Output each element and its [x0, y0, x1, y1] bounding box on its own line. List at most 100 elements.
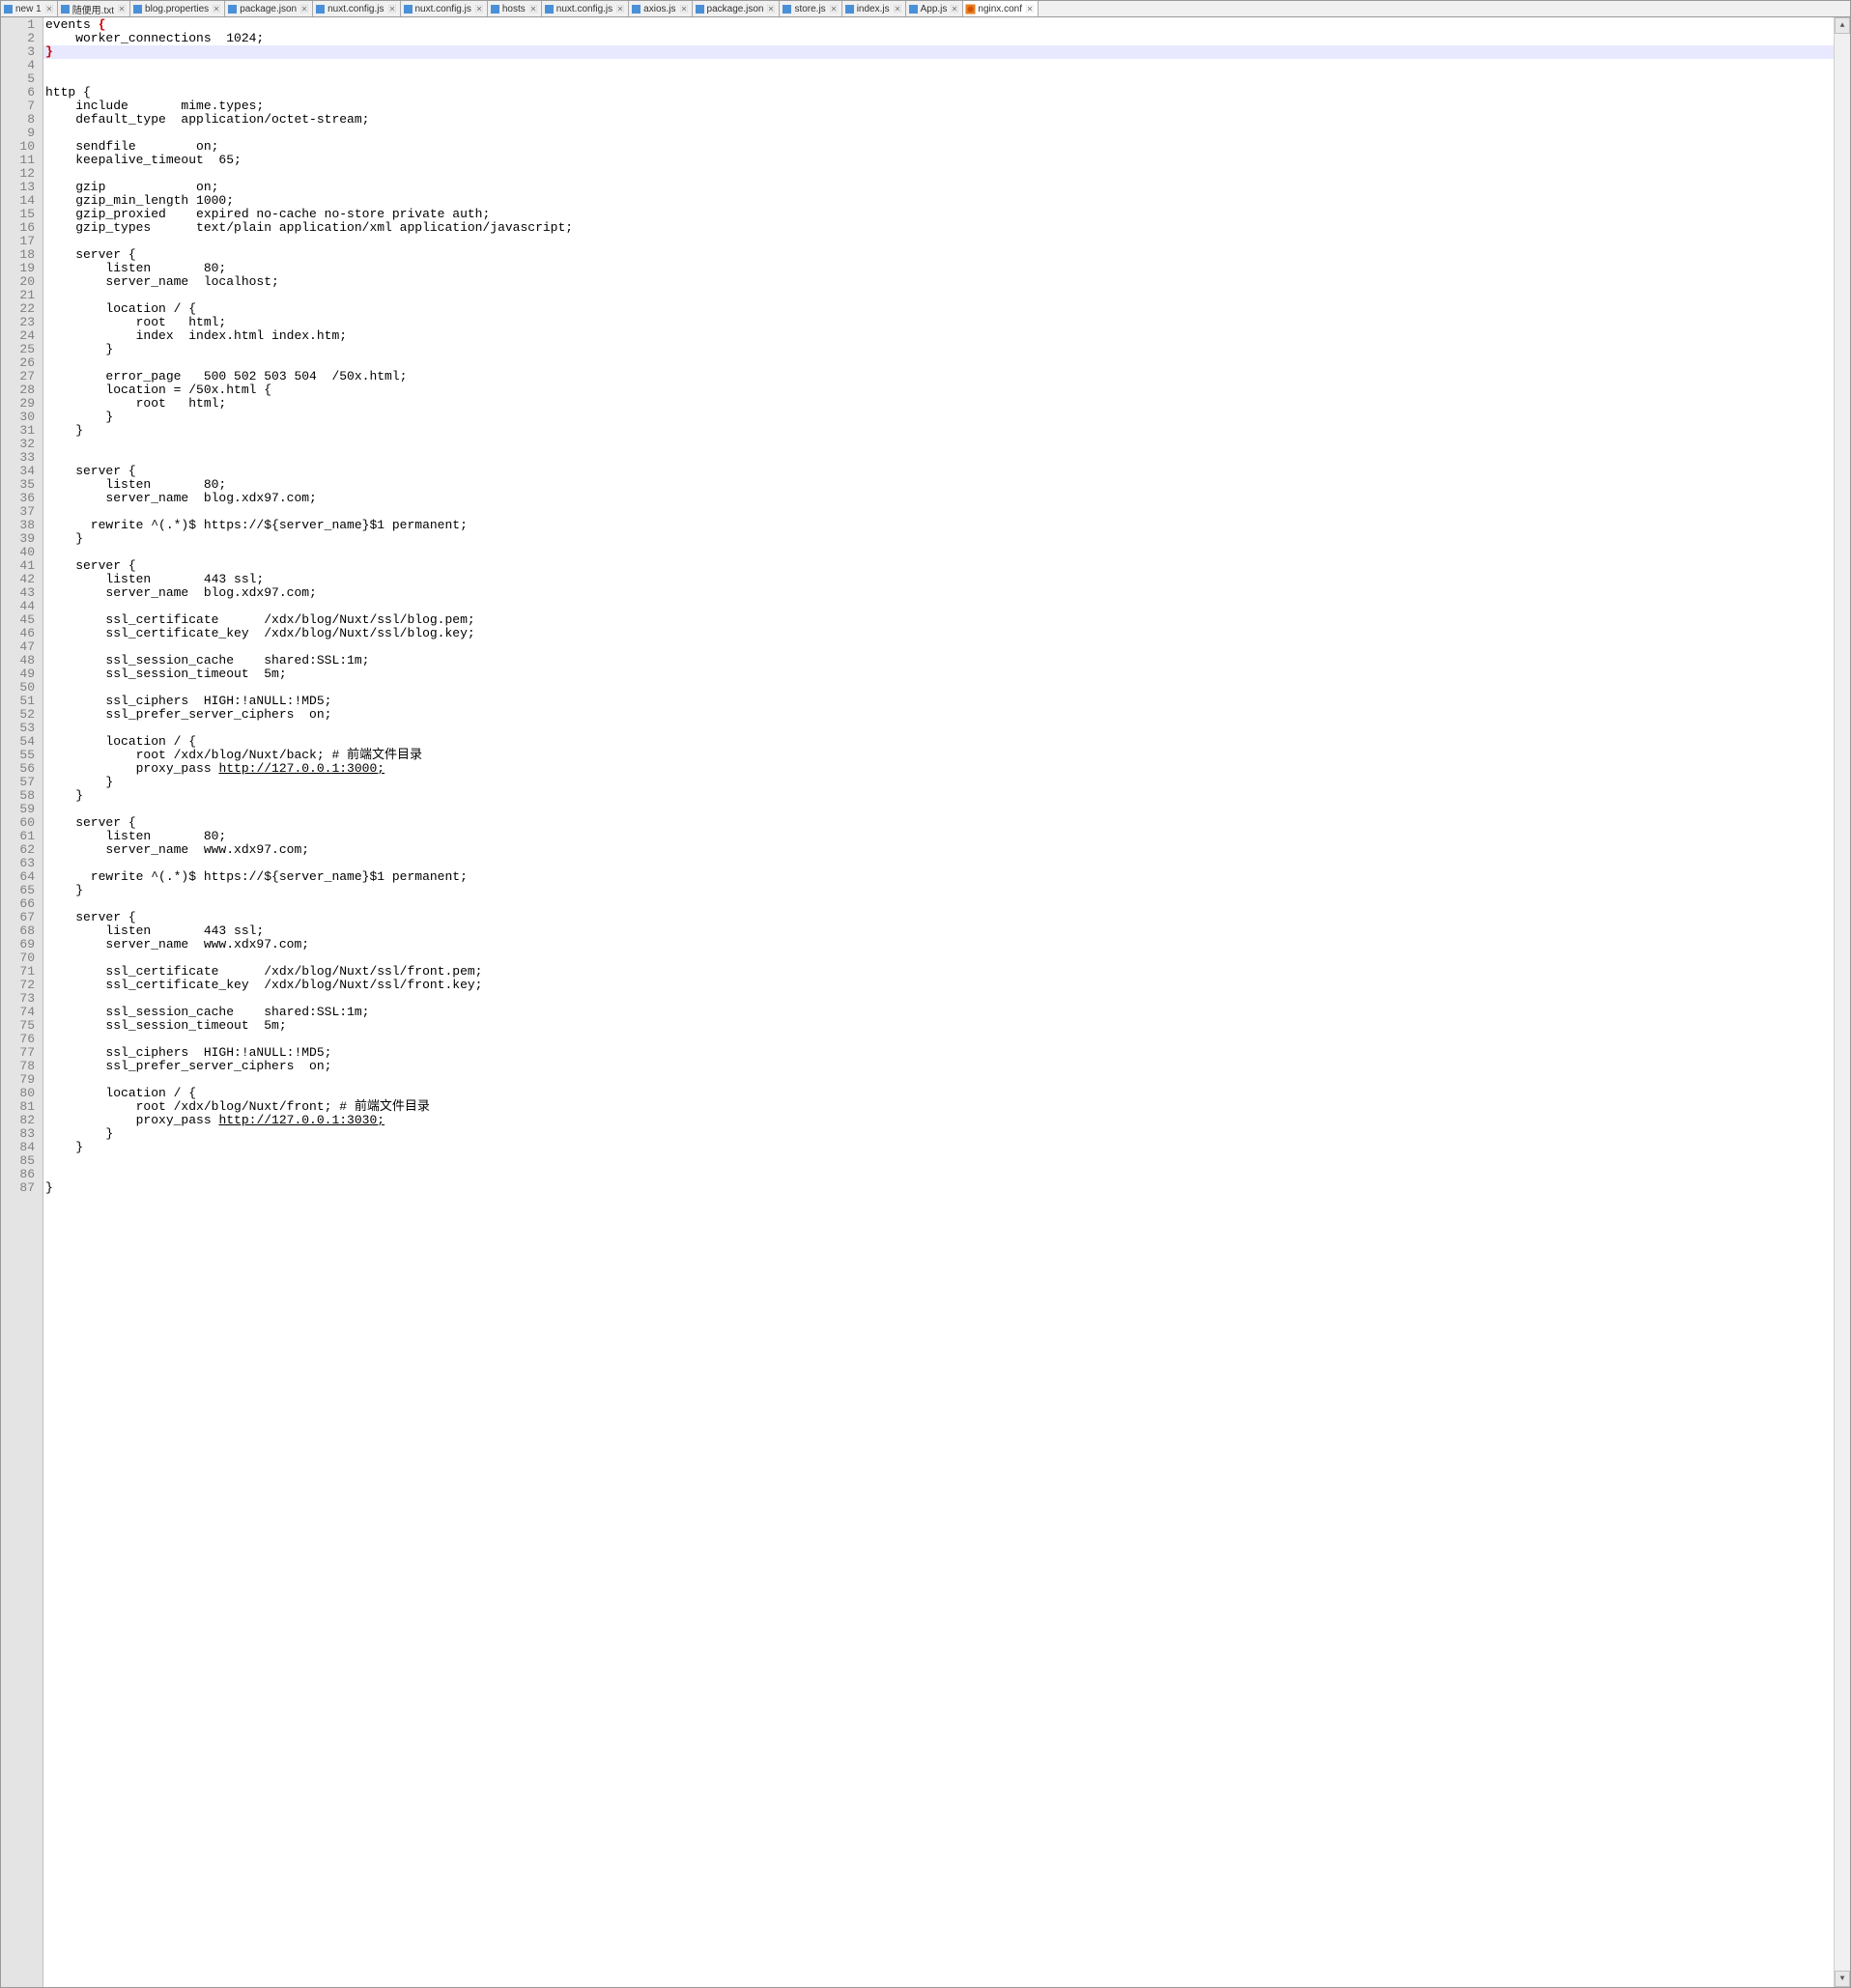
code-line[interactable]	[43, 857, 1834, 870]
code-line[interactable]: ssl_ciphers HIGH:!aNULL:!MD5;	[43, 1046, 1834, 1060]
code-line[interactable]	[43, 1073, 1834, 1087]
tab-7[interactable]: nuxt.config.js	[542, 1, 629, 16]
code-line[interactable]: location / {	[43, 1087, 1834, 1100]
code-line[interactable]: server {	[43, 465, 1834, 478]
close-icon[interactable]	[1025, 4, 1035, 14]
code-line[interactable]: }	[43, 411, 1834, 424]
scroll-track[interactable]	[1835, 34, 1850, 1971]
code-line[interactable]: gzip_proxied expired no-cache no-store p…	[43, 208, 1834, 221]
code-line[interactable]: location = /50x.html {	[43, 383, 1834, 397]
code-line[interactable]	[43, 1168, 1834, 1181]
close-icon[interactable]	[829, 4, 839, 14]
tab-2[interactable]: blog.properties	[130, 1, 225, 16]
close-icon[interactable]	[679, 4, 689, 14]
code-line[interactable]: ssl_prefer_server_ciphers on;	[43, 708, 1834, 722]
code-line[interactable]: ssl_session_cache shared:SSL:1m;	[43, 1006, 1834, 1019]
code-line[interactable]: gzip_types text/plain application/xml ap…	[43, 221, 1834, 235]
code-line[interactable]: keepalive_timeout 65;	[43, 154, 1834, 167]
close-icon[interactable]	[212, 4, 221, 14]
tab-12[interactable]: App.js	[906, 1, 964, 16]
code-line[interactable]: events {	[43, 18, 1834, 32]
close-icon[interactable]	[950, 4, 959, 14]
code-line[interactable]: }	[43, 1181, 1834, 1195]
code-line[interactable]	[43, 640, 1834, 654]
tab-3[interactable]: package.json	[225, 1, 313, 16]
code-line[interactable]: }	[43, 884, 1834, 897]
code-line[interactable]: ssl_session_timeout 5m;	[43, 1019, 1834, 1033]
code-line[interactable]	[43, 1154, 1834, 1168]
code-line[interactable]: server {	[43, 248, 1834, 262]
code-line[interactable]	[43, 505, 1834, 519]
tab-4[interactable]: nuxt.config.js	[313, 1, 400, 16]
code-line[interactable]: root html;	[43, 316, 1834, 329]
code-line[interactable]: server_name www.xdx97.com;	[43, 843, 1834, 857]
code-line[interactable]: }	[43, 45, 1834, 59]
code-line[interactable]: gzip on;	[43, 181, 1834, 194]
code-line[interactable]: ssl_session_timeout 5m;	[43, 667, 1834, 681]
code-line[interactable]: server {	[43, 816, 1834, 830]
code-line[interactable]	[43, 167, 1834, 181]
code-line[interactable]: }	[43, 1127, 1834, 1141]
scroll-up-button[interactable]: ▲	[1835, 17, 1850, 34]
code-line[interactable]	[43, 59, 1834, 72]
close-icon[interactable]	[387, 4, 397, 14]
code-line[interactable]: }	[43, 343, 1834, 356]
close-icon[interactable]	[44, 4, 54, 14]
code-line[interactable]: proxy_pass http://127.0.0.1:3000;	[43, 762, 1834, 776]
code-line[interactable]: worker_connections 1024;	[43, 32, 1834, 45]
code-line[interactable]: server_name blog.xdx97.com;	[43, 492, 1834, 505]
code-line[interactable]: proxy_pass http://127.0.0.1:3030;	[43, 1114, 1834, 1127]
code-line[interactable]: server_name blog.xdx97.com;	[43, 586, 1834, 600]
code-line[interactable]: ssl_ciphers HIGH:!aNULL:!MD5;	[43, 695, 1834, 708]
code-line[interactable]: http {	[43, 86, 1834, 99]
code-line[interactable]: index index.html index.htm;	[43, 329, 1834, 343]
close-icon[interactable]	[299, 4, 309, 14]
code-line[interactable]: error_page 500 502 503 504 /50x.html;	[43, 370, 1834, 383]
tab-10[interactable]: store.js	[780, 1, 841, 16]
code-line[interactable]: ssl_session_cache shared:SSL:1m;	[43, 654, 1834, 667]
code-line[interactable]: root /xdx/blog/Nuxt/front; # 前端文件目录	[43, 1100, 1834, 1114]
code-line[interactable]	[43, 289, 1834, 302]
close-icon[interactable]	[766, 4, 776, 14]
code-line[interactable]: listen 80;	[43, 262, 1834, 275]
code-line[interactable]: ssl_certificate_key /xdx/blog/Nuxt/ssl/f…	[43, 979, 1834, 992]
code-line[interactable]	[43, 1033, 1834, 1046]
tab-1[interactable]: 随便用.txt	[58, 1, 130, 16]
code-line[interactable]	[43, 72, 1834, 86]
code-line[interactable]: server {	[43, 911, 1834, 924]
code-line[interactable]	[43, 600, 1834, 613]
code-line[interactable]	[43, 451, 1834, 465]
code-line[interactable]	[43, 235, 1834, 248]
code-line[interactable]: server {	[43, 559, 1834, 573]
close-icon[interactable]	[528, 4, 538, 14]
code-line[interactable]: location / {	[43, 735, 1834, 749]
vertical-scrollbar[interactable]: ▲ ▼	[1834, 17, 1850, 1987]
code-line[interactable]: gzip_min_length 1000;	[43, 194, 1834, 208]
code-line[interactable]: listen 443 ssl;	[43, 924, 1834, 938]
code-line[interactable]	[43, 803, 1834, 816]
code-line[interactable]: }	[43, 532, 1834, 546]
tab-0[interactable]: new 1	[1, 1, 58, 16]
scroll-down-button[interactable]: ▼	[1835, 1971, 1850, 1987]
code-line[interactable]: listen 443 ssl;	[43, 573, 1834, 586]
code-line[interactable]: server_name localhost;	[43, 275, 1834, 289]
code-line[interactable]: ssl_certificate /xdx/blog/Nuxt/ssl/blog.…	[43, 613, 1834, 627]
code-line[interactable]: sendfile on;	[43, 140, 1834, 154]
code-line[interactable]	[43, 356, 1834, 370]
code-area[interactable]: events { worker_connections 1024;} http {…	[43, 17, 1834, 1987]
code-line[interactable]: ssl_certificate_key /xdx/blog/Nuxt/ssl/b…	[43, 627, 1834, 640]
close-icon[interactable]	[474, 4, 484, 14]
code-line[interactable]	[43, 438, 1834, 451]
tab-5[interactable]: nuxt.config.js	[401, 1, 488, 16]
tab-9[interactable]: package.json	[693, 1, 781, 16]
code-line[interactable]	[43, 681, 1834, 695]
code-line[interactable]	[43, 722, 1834, 735]
tab-6[interactable]: hosts	[488, 1, 542, 16]
tab-8[interactable]: axios.js	[629, 1, 692, 16]
code-line[interactable]: server_name www.xdx97.com;	[43, 938, 1834, 951]
code-line[interactable]: listen 80;	[43, 478, 1834, 492]
code-line[interactable]: }	[43, 424, 1834, 438]
code-line[interactable]: rewrite ^(.*)$ https://${server_name}$1 …	[43, 870, 1834, 884]
code-line[interactable]	[43, 897, 1834, 911]
code-line[interactable]: rewrite ^(.*)$ https://${server_name}$1 …	[43, 519, 1834, 532]
